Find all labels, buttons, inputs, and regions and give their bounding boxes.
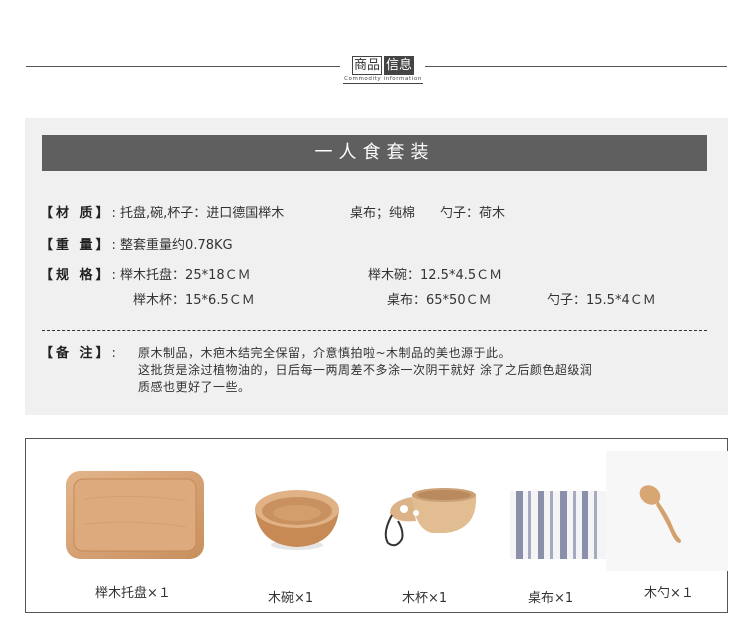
notes-line-3: 质感也更好了一些。 (138, 380, 251, 394)
product-caption-bowl: 木碗×1 (268, 591, 314, 606)
notes-label: 【备 注】 (40, 346, 112, 361)
size-cloth: 桌布：65*50ＣＭ (387, 293, 492, 308)
table-cloth-icon (510, 491, 606, 563)
material-cloth: 桌布；纯棉 (350, 206, 416, 221)
header-title-plain: 商品 (351, 56, 382, 75)
product-caption-cloth: 桌布×1 (528, 591, 574, 606)
product-caption-tray: 榉木托盘×１ (95, 586, 171, 601)
dashed-divider (42, 330, 707, 331)
notes-label-row: 【备 注】: (40, 345, 116, 363)
wooden-tray-icon (64, 469, 206, 565)
product-title-banner: 一人食套装 (42, 135, 707, 171)
header-subtitle: Commodity information (343, 76, 423, 84)
size-row: 【规 格】: 榉木托盘：25*18ＣＭ (40, 267, 251, 285)
size-cup: 榉木杯：15*6.5ＣＭ (133, 293, 255, 308)
material-spoon: 勺子：荷木 (440, 206, 506, 221)
size-tray: : 榉木托盘：25*18ＣＭ (111, 268, 251, 283)
size-bowl: 榉木碗：12.5*4.5ＣＭ (368, 268, 503, 283)
material-row: 【材 质】: 托盘,碗,杯子：进口德国榉木 (40, 205, 284, 223)
product-info-panel: 一人食套装 【材 质】: 托盘,碗,杯子：进口德国榉木 桌布；纯棉 勺子：荷木 … (25, 118, 728, 415)
weight-label: 【重 量】 (40, 238, 112, 253)
size-spoon: 勺子：15.5*4ＣＭ (547, 293, 656, 308)
wooden-cup-icon (384, 483, 484, 557)
notes-line-1: 原木制品，木疤木结完全保留，介意慎拍啦~木制品的美也源于此。 (138, 346, 512, 360)
material-label: 【材 质】 (40, 206, 112, 221)
product-caption-cup: 木杯×1 (402, 591, 448, 606)
wooden-spoon-icon (606, 451, 728, 575)
products-included-box: 榉木托盘×１ 木碗×1 木杯×1 桌布×1 木勺×１ (25, 438, 728, 613)
product-caption-spoon: 木勺×１ (644, 586, 694, 601)
weight-value: : 整套重量约0.78KG (111, 238, 233, 253)
wooden-bowl-icon (252, 487, 342, 557)
size-label: 【规 格】 (40, 268, 112, 283)
notes-colon: : (111, 346, 116, 361)
notes-line-2: 这批货是涂过植物油的，日后每一两周差不多涂一次阴干就好 涂了之后颜色超级润 (138, 363, 593, 377)
header-divider-left (26, 66, 340, 67)
section-header: 商品 信息 Commodity information (343, 56, 423, 84)
material-value: : 托盘,碗,杯子：进口德国榉木 (111, 206, 285, 221)
header-divider-right (425, 66, 727, 67)
header-title-inverted: 信息 (384, 56, 415, 75)
weight-row: 【重 量】: 整套重量约0.78KG (40, 237, 233, 255)
